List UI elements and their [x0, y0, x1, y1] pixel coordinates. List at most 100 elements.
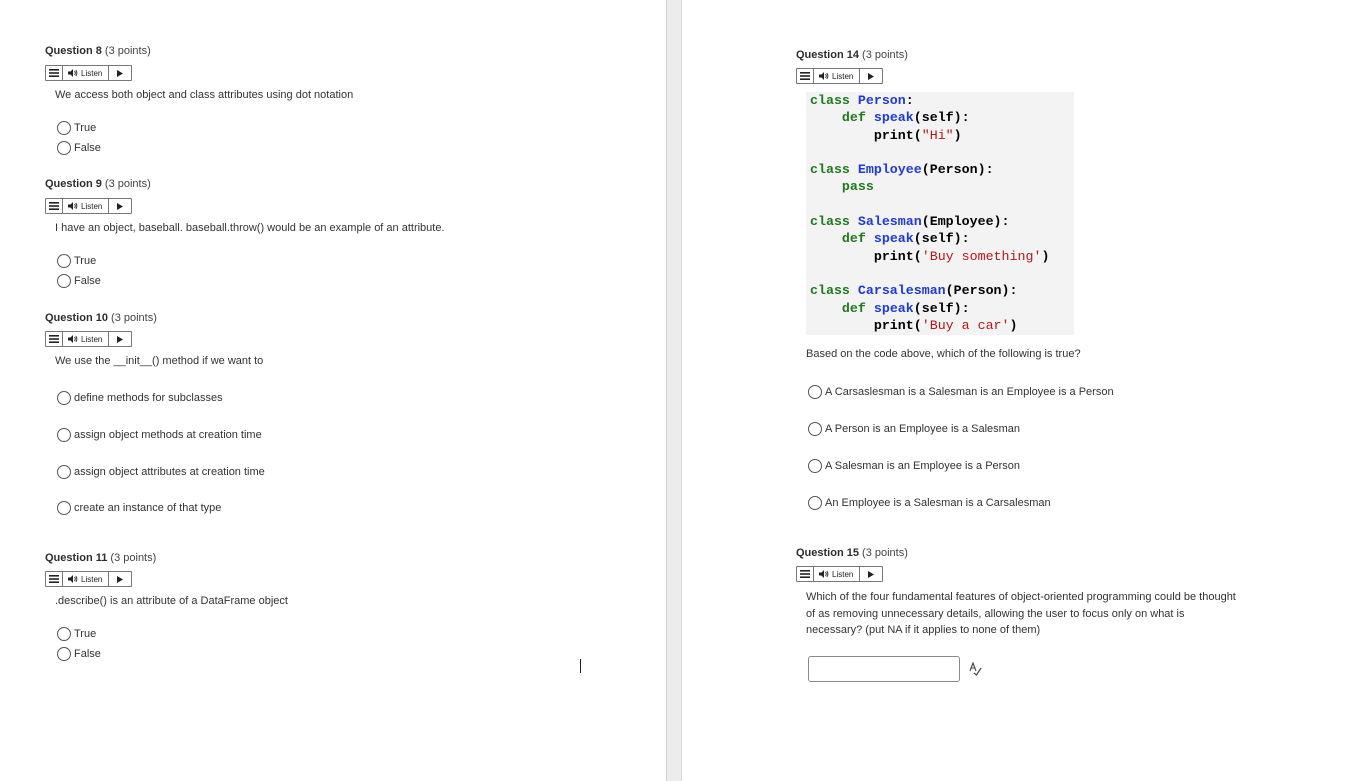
question-prompt: I have an object, baseball. baseball.thr… — [55, 222, 445, 234]
code-punct: ) — [953, 127, 962, 143]
listen-play-button[interactable] — [860, 567, 882, 581]
code-punct: : — [905, 93, 914, 108]
listen-play-button[interactable] — [109, 199, 131, 213]
listen-toolbar: Listen — [796, 566, 884, 582]
short-answer-input[interactable] — [808, 656, 960, 682]
code-class-name: Person — [857, 93, 906, 108]
menu-icon — [800, 72, 810, 80]
code-string: "Hi" — [921, 127, 954, 143]
question-points: (3 points) — [862, 547, 908, 559]
listen-play-button[interactable] — [860, 69, 882, 83]
code-line: def speak(self): — [810, 300, 1074, 317]
code-keyword: def — [841, 231, 866, 247]
answer-option[interactable]: define methods for subclasses — [57, 391, 223, 405]
option-label: True — [74, 122, 97, 134]
answer-option[interactable]: assign object methods at creation time — [57, 428, 262, 442]
code-parent: (Person): — [945, 283, 1018, 299]
listen-menu-button[interactable] — [797, 567, 814, 581]
code-line: class Carsalesman(Person): — [810, 282, 1074, 299]
radio-button[interactable] — [808, 422, 822, 436]
menu-icon — [49, 335, 59, 343]
answer-option[interactable]: True — [57, 121, 96, 135]
listen-menu-button[interactable] — [46, 332, 63, 346]
code-parent: (Employee): — [921, 214, 1010, 230]
listen-play-button[interactable] — [109, 332, 131, 346]
code-line: def speak(self): — [810, 109, 1074, 126]
radio-button[interactable] — [808, 385, 822, 399]
code-args: (self): — [913, 231, 970, 247]
listen-button[interactable]: Listen — [63, 332, 110, 346]
code-keyword: class — [810, 162, 850, 178]
listen-label: Listen — [81, 574, 103, 584]
pane-divider[interactable] — [666, 0, 682, 781]
code-method-name: speak — [873, 231, 914, 247]
play-icon — [117, 69, 124, 77]
question-10-header: Question 10 (3 points) — [45, 312, 157, 324]
code-class-name: Salesman — [857, 214, 922, 230]
listen-menu-button[interactable] — [46, 199, 63, 213]
question-points: (3 points) — [104, 45, 151, 57]
radio-button[interactable] — [57, 141, 71, 155]
option-label: assign object methods at creation time — [74, 429, 262, 441]
answer-option[interactable]: An Employee is a Salesman is a Carsalesm… — [808, 496, 1051, 510]
answer-option[interactable]: False — [57, 141, 101, 155]
radio-button[interactable] — [57, 121, 71, 135]
question-9-header: Question 9 (3 points) — [45, 178, 151, 190]
answer-option[interactable]: True — [57, 254, 96, 268]
radio-button[interactable] — [57, 391, 71, 405]
speaker-icon — [68, 202, 78, 210]
radio-button[interactable] — [808, 496, 822, 510]
listen-toolbar: Listen — [45, 65, 133, 81]
answer-option[interactable]: False — [57, 274, 101, 288]
listen-menu-button[interactable] — [46, 66, 63, 80]
answer-option[interactable]: assign object attributes at creation tim… — [57, 465, 265, 479]
answer-option[interactable]: True — [57, 627, 96, 641]
listen-button[interactable]: Listen — [63, 66, 110, 80]
code-string: 'Buy a car' — [921, 317, 1010, 333]
question-15-header: Question 15 (3 points) — [796, 547, 908, 559]
radio-button[interactable] — [57, 254, 71, 268]
code-line: print("Hi") — [810, 127, 1074, 144]
radio-button[interactable] — [808, 459, 822, 473]
left-pane: Question 8 (3 points) Listen We access b… — [0, 0, 666, 781]
listen-toolbar: Listen — [45, 331, 133, 347]
question-prompt: We access both object and class attribut… — [55, 89, 354, 101]
listen-play-button[interactable] — [109, 572, 131, 586]
listen-button[interactable]: Listen — [63, 199, 110, 213]
listen-menu-button[interactable] — [797, 69, 814, 83]
menu-icon — [49, 69, 59, 77]
answer-option[interactable]: False — [57, 647, 101, 661]
answer-option[interactable]: A Salesman is an Employee is a Person — [808, 459, 1020, 473]
radio-button[interactable] — [57, 465, 71, 479]
spell-check-icon[interactable] — [968, 660, 982, 676]
listen-menu-button[interactable] — [46, 572, 63, 586]
answer-option[interactable]: create an instance of that type — [57, 501, 221, 515]
question-points: (3 points) — [110, 552, 157, 564]
radio-button[interactable] — [57, 627, 71, 641]
question-8-header: Question 8 (3 points) — [45, 45, 151, 57]
play-icon — [117, 202, 124, 210]
listen-button[interactable]: Listen — [814, 69, 861, 83]
play-icon — [117, 575, 124, 583]
menu-icon — [49, 202, 59, 210]
listen-button[interactable]: Listen — [814, 567, 861, 581]
answer-option[interactable]: A Person is an Employee is a Salesman — [808, 422, 1020, 436]
question-number: Question 11 — [45, 552, 108, 564]
listen-button[interactable]: Listen — [63, 572, 110, 586]
answer-option[interactable]: A Carsaslesman is a Salesman is an Emplo… — [808, 385, 1114, 399]
code-class-name: Carsalesman — [857, 283, 946, 299]
speaker-icon — [819, 570, 829, 578]
question-number: Question 10 — [45, 312, 108, 324]
radio-button[interactable] — [57, 428, 71, 442]
radio-button[interactable] — [57, 274, 71, 288]
question-11-header: Question 11 (3 points) — [45, 552, 156, 564]
radio-button[interactable] — [57, 647, 71, 661]
code-punct: ) — [1041, 248, 1050, 264]
radio-button[interactable] — [57, 501, 71, 515]
listen-toolbar: Listen — [796, 68, 884, 84]
question-points: (3 points) — [104, 178, 151, 190]
listen-play-button[interactable] — [109, 66, 131, 80]
menu-icon — [49, 575, 59, 583]
